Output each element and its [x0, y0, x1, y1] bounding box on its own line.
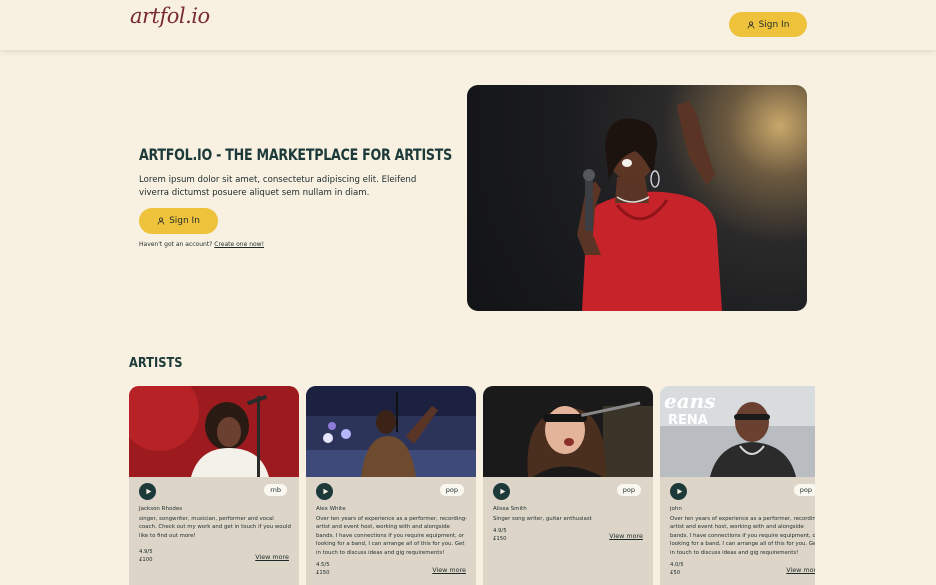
signup-note-text: Haven't got an account? [139, 241, 213, 248]
artist-card-body: pop john Over ten years of experience as… [660, 477, 815, 585]
artist-description: Over ten years of experience as a perfor… [316, 516, 468, 556]
user-icon [747, 20, 755, 29]
play-button[interactable] [670, 483, 687, 500]
artist-rating: 4.5/5 [316, 562, 330, 568]
artist-card-body: pop Alissa Smith Singer song writer, gui… [483, 477, 653, 585]
artist-card[interactable]: rnb Jackson Rhodes singer, songwriter, m… [129, 386, 299, 585]
artist-price: £100 [139, 557, 153, 563]
artist-description: Over ten years of experience as a perfor… [670, 516, 815, 556]
artist-photo [129, 386, 299, 477]
play-button[interactable] [316, 483, 333, 500]
artist-photo [306, 386, 476, 477]
hero-image [467, 85, 807, 311]
logo[interactable]: artfol.io [130, 4, 210, 28]
genre-badge: pop [793, 484, 815, 496]
hero-description: Lorem ipsum dolor sit amet, consectetur … [139, 175, 417, 198]
hero-signin-button[interactable]: Sign In [139, 208, 218, 234]
play-icon [322, 488, 328, 495]
artist-price: £150 [316, 570, 330, 576]
svg-text:eans: eans [664, 389, 715, 413]
artist-rating: 4.9/5 [493, 528, 507, 534]
genre-badge: pop [616, 484, 641, 496]
artist-card[interactable]: eans RENA pop john Over ten years of exp… [660, 386, 815, 585]
artist-card-body: pop Alex White Over ten years of experie… [306, 477, 476, 585]
artist-description: singer, songwriter, musician, performer … [139, 516, 291, 539]
view-more-link[interactable]: View more [255, 553, 289, 561]
hero-title: ARTFOL.IO - THE MARKETPLACE FOR ARTISTS [139, 145, 452, 164]
artist-card[interactable]: pop Alex White Over ten years of experie… [306, 386, 476, 585]
svg-text:RENA: RENA [668, 413, 708, 428]
artist-price: £50 [670, 570, 681, 576]
artist-name: Alissa Smith [493, 506, 527, 512]
artist-rating: 4.0/5 [670, 562, 684, 568]
artist-card[interactable]: pop Alissa Smith Singer song writer, gui… [483, 386, 653, 585]
nav-signin-button[interactable]: Sign In [729, 12, 807, 37]
play-button[interactable] [139, 483, 156, 500]
create-account-link[interactable]: Create one now! [214, 241, 264, 248]
artists-carousel[interactable]: rnb Jackson Rhodes singer, songwriter, m… [129, 386, 815, 585]
play-icon [676, 488, 682, 495]
artist-photo: eans RENA [660, 386, 815, 477]
play-button[interactable] [493, 483, 510, 500]
user-icon [157, 217, 165, 225]
artists-section-title: ARTISTS [129, 356, 183, 371]
nav-signin-label: Sign In [758, 19, 790, 30]
play-icon [499, 488, 505, 495]
artist-name: Alex White [316, 506, 346, 512]
view-more-link[interactable]: View more [609, 532, 643, 540]
view-more-link[interactable]: View more [432, 566, 466, 574]
hero-singer-illustration [577, 101, 722, 311]
artist-price: £150 [493, 536, 507, 542]
genre-badge: pop [439, 484, 464, 496]
artist-card-body: rnb Jackson Rhodes singer, songwriter, m… [129, 477, 299, 585]
artist-name: Jackson Rhodes [139, 506, 183, 512]
signup-note: Haven't got an account? Create one now! [139, 241, 264, 248]
artist-name: john [670, 506, 682, 512]
artist-photo [483, 386, 653, 477]
navbar: artfol.io Sign In [0, 0, 936, 50]
play-icon [145, 488, 151, 495]
genre-badge: rnb [264, 484, 287, 496]
hero-signin-label: Sign In [169, 216, 200, 226]
artist-description: Singer song writer, guitar enthusiast [493, 516, 592, 522]
artist-rating: 4.9/5 [139, 549, 153, 555]
view-more-link[interactable]: View more [786, 566, 815, 574]
